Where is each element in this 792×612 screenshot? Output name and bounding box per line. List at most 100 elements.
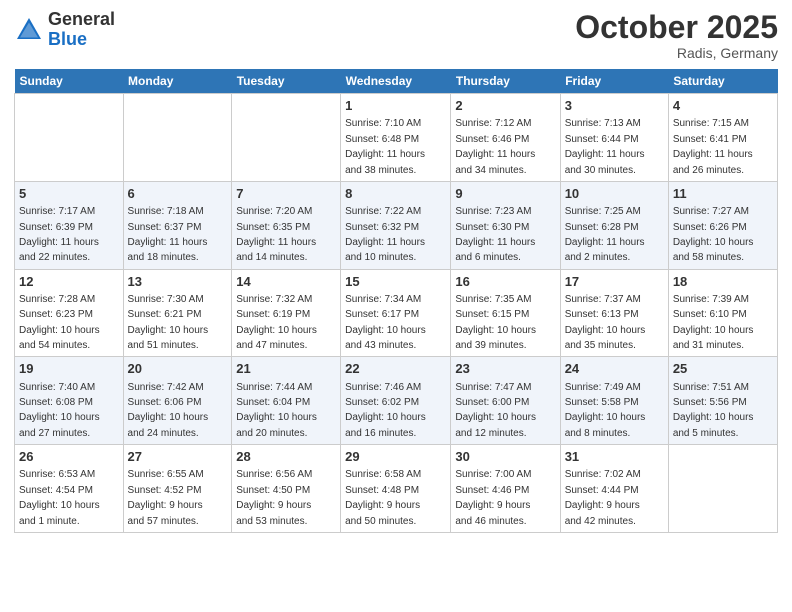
- calendar-cell: 14Sunrise: 7:32 AM Sunset: 6:19 PM Dayli…: [232, 269, 341, 357]
- calendar-week-row: 5 Sunrise: 7:17 AM Sunset: 6:39 PM Daylig…: [15, 181, 778, 269]
- day-number: 1: [345, 97, 446, 115]
- day-number: 31: [565, 448, 664, 466]
- day-number: 26: [19, 448, 119, 466]
- weekday-header-friday: Friday: [560, 69, 668, 94]
- day-info: Sunrise: 7:13 AM Sunset: 6:44 PM Dayligh…: [565, 118, 645, 175]
- day-number: 17: [565, 273, 664, 291]
- calendar-cell: 10Sunrise: 7:25 AM Sunset: 6:28 PM Dayli…: [560, 181, 668, 269]
- day-info: Sunrise: 7:40 AM Sunset: 6:08 PM Dayligh…: [19, 382, 100, 439]
- calendar-cell: 3 Sunrise: 7:13 AM Sunset: 6:44 PM Daylig…: [560, 94, 668, 182]
- day-info: Sunrise: 7:42 AM Sunset: 6:06 PM Dayligh…: [128, 382, 209, 439]
- weekday-header-thursday: Thursday: [451, 69, 560, 94]
- calendar-cell: 18 Sunrise: 7:39 AM Sunset: 6:10 PM Dayli…: [668, 269, 777, 357]
- logo-blue-text: Blue: [48, 29, 87, 49]
- day-info: Sunrise: 6:56 AM Sunset: 4:50 PM Dayligh…: [236, 469, 312, 526]
- calendar-week-row: 26 Sunrise: 6:53 AM Sunset: 4:54 PM Dayli…: [15, 445, 778, 533]
- calendar-cell: 16 Sunrise: 7:35 AM Sunset: 6:15 PM Dayli…: [451, 269, 560, 357]
- day-number: 16: [455, 273, 555, 291]
- calendar-cell: [232, 94, 341, 182]
- calendar-cell: 26 Sunrise: 6:53 AM Sunset: 4:54 PM Dayli…: [15, 445, 124, 533]
- calendar-cell: 23 Sunrise: 7:47 AM Sunset: 6:00 PM Dayli…: [451, 357, 560, 445]
- calendar-cell: 27 Sunrise: 6:55 AM Sunset: 4:52 PM Dayli…: [123, 445, 232, 533]
- day-number: 29: [345, 448, 446, 466]
- day-info: Sunrise: 7:15 AM Sunset: 6:41 PM Dayligh…: [673, 118, 753, 175]
- calendar-cell: [15, 94, 124, 182]
- day-info: Sunrise: 7:44 AM Sunset: 6:04 PM Dayligh…: [236, 382, 317, 439]
- calendar-cell: 6 Sunrise: 7:18 AM Sunset: 6:37 PM Daylig…: [123, 181, 232, 269]
- day-info: Sunrise: 7:28 AM Sunset: 6:23 PM Dayligh…: [19, 294, 100, 351]
- day-info: Sunrise: 7:39 AM Sunset: 6:10 PM Dayligh…: [673, 294, 754, 351]
- day-number: 3: [565, 97, 664, 115]
- weekday-header-sunday: Sunday: [15, 69, 124, 94]
- calendar-cell: 22 Sunrise: 7:46 AM Sunset: 6:02 PM Dayli…: [341, 357, 451, 445]
- day-number: 12: [19, 273, 119, 291]
- calendar-cell: 28 Sunrise: 6:56 AM Sunset: 4:50 PM Dayli…: [232, 445, 341, 533]
- logo-icon: [14, 15, 44, 45]
- day-info: Sunrise: 7:51 AM Sunset: 5:56 PM Dayligh…: [673, 382, 754, 439]
- day-info: Sunrise: 7:18 AM Sunset: 6:37 PM Dayligh…: [128, 206, 208, 263]
- calendar-week-row: 12 Sunrise: 7:28 AM Sunset: 6:23 PM Dayli…: [15, 269, 778, 357]
- day-info: Sunrise: 7:17 AM Sunset: 6:39 PM Dayligh…: [19, 206, 99, 263]
- day-info: Sunrise: 7:23 AM Sunset: 6:30 PM Dayligh…: [455, 206, 535, 263]
- weekday-header-saturday: Saturday: [668, 69, 777, 94]
- day-info: Sunrise: 7:47 AM Sunset: 6:00 PM Dayligh…: [455, 382, 536, 439]
- day-info: Sunrise: 7:46 AM Sunset: 6:02 PM Dayligh…: [345, 382, 426, 439]
- day-info: Sunrise: 6:53 AM Sunset: 4:54 PM Dayligh…: [19, 469, 100, 526]
- calendar-cell: 24Sunrise: 7:49 AM Sunset: 5:58 PM Dayli…: [560, 357, 668, 445]
- calendar-cell: 17 Sunrise: 7:37 AM Sunset: 6:13 PM Dayli…: [560, 269, 668, 357]
- day-number: 23: [455, 360, 555, 378]
- weekday-header-row: SundayMondayTuesdayWednesdayThursdayFrid…: [15, 69, 778, 94]
- calendar-table: SundayMondayTuesdayWednesdayThursdayFrid…: [14, 69, 778, 533]
- day-number: 19: [19, 360, 119, 378]
- day-number: 18: [673, 273, 773, 291]
- calendar-cell: 4Sunrise: 7:15 AM Sunset: 6:41 PM Daylig…: [668, 94, 777, 182]
- calendar-cell: 19 Sunrise: 7:40 AM Sunset: 6:08 PM Dayli…: [15, 357, 124, 445]
- day-info: Sunrise: 7:00 AM Sunset: 4:46 PM Dayligh…: [455, 469, 531, 526]
- day-number: 24: [565, 360, 664, 378]
- day-number: 13: [128, 273, 228, 291]
- day-info: Sunrise: 7:27 AM Sunset: 6:26 PM Dayligh…: [673, 206, 754, 263]
- calendar-cell: 21 Sunrise: 7:44 AM Sunset: 6:04 PM Dayli…: [232, 357, 341, 445]
- day-number: 9: [455, 185, 555, 203]
- day-info: Sunrise: 7:37 AM Sunset: 6:13 PM Dayligh…: [565, 294, 646, 351]
- calendar-cell: 29 Sunrise: 6:58 AM Sunset: 4:48 PM Dayli…: [341, 445, 451, 533]
- calendar-cell: 31Sunrise: 7:02 AM Sunset: 4:44 PM Dayli…: [560, 445, 668, 533]
- calendar-cell: 20 Sunrise: 7:42 AM Sunset: 6:06 PM Dayli…: [123, 357, 232, 445]
- day-info: Sunrise: 6:58 AM Sunset: 4:48 PM Dayligh…: [345, 469, 421, 526]
- calendar-cell: 12 Sunrise: 7:28 AM Sunset: 6:23 PM Dayli…: [15, 269, 124, 357]
- day-info: Sunrise: 7:12 AM Sunset: 6:46 PM Dayligh…: [455, 118, 535, 175]
- weekday-header-monday: Monday: [123, 69, 232, 94]
- calendar-cell: [123, 94, 232, 182]
- day-number: 25: [673, 360, 773, 378]
- day-number: 8: [345, 185, 446, 203]
- logo-general-text: General: [48, 9, 115, 29]
- day-number: 20: [128, 360, 228, 378]
- calendar-cell: 9 Sunrise: 7:23 AM Sunset: 6:30 PM Daylig…: [451, 181, 560, 269]
- day-number: 10: [565, 185, 664, 203]
- day-number: 27: [128, 448, 228, 466]
- day-number: 22: [345, 360, 446, 378]
- day-number: 5: [19, 185, 119, 203]
- calendar-cell: 25 Sunrise: 7:51 AM Sunset: 5:56 PM Dayli…: [668, 357, 777, 445]
- weekday-header-wednesday: Wednesday: [341, 69, 451, 94]
- day-info: Sunrise: 7:10 AM Sunset: 6:48 PM Dayligh…: [345, 118, 425, 175]
- day-number: 21: [236, 360, 336, 378]
- calendar-cell: [668, 445, 777, 533]
- calendar-cell: 5 Sunrise: 7:17 AM Sunset: 6:39 PM Daylig…: [15, 181, 124, 269]
- day-info: Sunrise: 7:20 AM Sunset: 6:35 PM Dayligh…: [236, 206, 316, 263]
- calendar-cell: 2Sunrise: 7:12 AM Sunset: 6:46 PM Daylig…: [451, 94, 560, 182]
- calendar-cell: 13 Sunrise: 7:30 AM Sunset: 6:21 PM Dayli…: [123, 269, 232, 357]
- day-info: Sunrise: 7:35 AM Sunset: 6:15 PM Dayligh…: [455, 294, 536, 351]
- day-info: Sunrise: 7:30 AM Sunset: 6:21 PM Dayligh…: [128, 294, 209, 351]
- calendar-week-row: 19 Sunrise: 7:40 AM Sunset: 6:08 PM Dayli…: [15, 357, 778, 445]
- page-container: General Blue October 2025 Radis, Germany…: [0, 0, 792, 541]
- subtitle: Radis, Germany: [575, 45, 778, 61]
- calendar-week-row: 1 Sunrise: 7:10 AM Sunset: 6:48 PM Daylig…: [15, 94, 778, 182]
- title-block: October 2025 Radis, Germany: [575, 10, 778, 61]
- header: General Blue October 2025 Radis, Germany: [14, 10, 778, 61]
- day-number: 6: [128, 185, 228, 203]
- day-info: Sunrise: 6:55 AM Sunset: 4:52 PM Dayligh…: [128, 469, 204, 526]
- weekday-header-tuesday: Tuesday: [232, 69, 341, 94]
- month-title: October 2025: [575, 10, 778, 45]
- day-number: 28: [236, 448, 336, 466]
